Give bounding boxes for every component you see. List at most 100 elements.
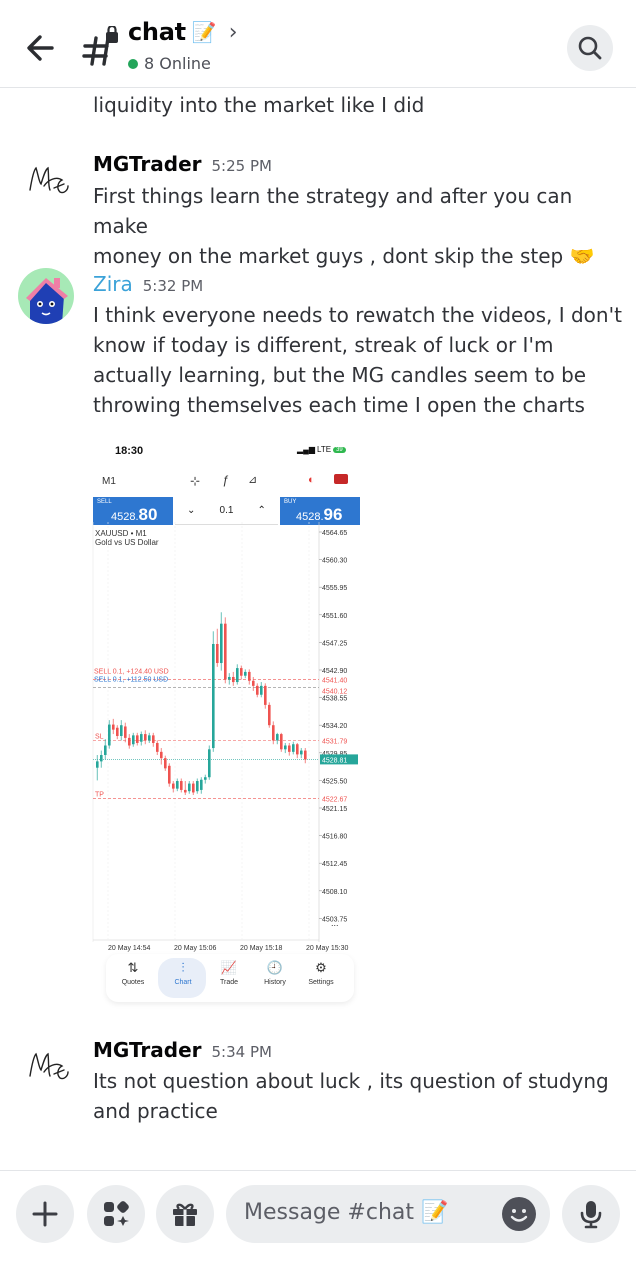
price-label: 4564.65 bbox=[322, 530, 347, 537]
nav-history[interactable]: 🕘 History bbox=[252, 960, 298, 996]
trade-panel: SELL 4528.80 ⌄ 0.1 ⌃ BUY 4528.96 bbox=[93, 497, 361, 525]
author-name: Zira bbox=[93, 272, 133, 296]
microphone-icon bbox=[580, 1201, 602, 1229]
candle-body bbox=[244, 671, 247, 676]
candle-body bbox=[296, 744, 299, 755]
price-label: 4512.45 bbox=[322, 861, 347, 868]
candle-body bbox=[264, 685, 267, 705]
app-bottom-nav: ⇅ Quotes ⫶ Chart 📈 Trade 🕘 History ⚙ Settings bbox=[106, 954, 354, 1002]
candle-body bbox=[104, 745, 107, 756]
candle-body bbox=[128, 737, 131, 746]
current-price-label: 4528.81 bbox=[322, 757, 347, 764]
price-label: 4560.30 bbox=[322, 558, 347, 565]
price-chart[interactable]: 4564.65 4560.30 4555.95 4551.60 4547.25 4542.… bbox=[90, 522, 364, 952]
volume-control[interactable]: ⌄ 0.1 ⌃ bbox=[175, 497, 278, 525]
order-price-label: 4541.40 bbox=[322, 678, 347, 685]
candle-body bbox=[256, 685, 259, 695]
back-arrow-icon[interactable] bbox=[22, 28, 62, 68]
chevron-down-icon[interactable]: ⌄ bbox=[187, 505, 195, 516]
nav-trade[interactable]: 📈 Trade bbox=[206, 960, 252, 996]
apps-button[interactable] bbox=[87, 1185, 145, 1243]
candle-body bbox=[168, 765, 171, 784]
candle-body bbox=[136, 735, 139, 743]
message-input[interactable]: Message #chat 📝 bbox=[226, 1185, 550, 1243]
price-label: 4525.50 bbox=[322, 778, 347, 785]
message-text: liquidity into the market like I did bbox=[93, 93, 425, 117]
candle-body bbox=[188, 783, 191, 792]
candle-body bbox=[216, 643, 219, 664]
buy-button[interactable]: BUY 4528.96 bbox=[280, 497, 360, 525]
channel-title[interactable]: chat 📝 › bbox=[128, 18, 238, 46]
nav-settings[interactable]: ⚙ Settings bbox=[298, 960, 344, 996]
history-icon: 🕘 bbox=[266, 960, 284, 975]
signal-icon: ▂▄▆ bbox=[297, 445, 315, 454]
author-name: MGTrader bbox=[93, 152, 202, 176]
order-label: SELL 0.1, +124.40 USD bbox=[94, 669, 169, 676]
message-line: know if today is different, streak of lu… bbox=[93, 333, 554, 357]
candle-body bbox=[96, 761, 99, 768]
message-line: First things learn the strategy and afte… bbox=[93, 184, 573, 238]
candle-body bbox=[140, 734, 143, 742]
nav-quotes[interactable]: ⇅ Quotes bbox=[110, 960, 156, 996]
sell-label: SELL bbox=[97, 499, 112, 505]
order-label: SELL 0.1, +112.50 USD bbox=[94, 677, 168, 684]
message-line: and practice bbox=[93, 1099, 218, 1123]
status-time: 18:30 bbox=[115, 445, 144, 457]
volume-value: 0.1 bbox=[219, 505, 234, 516]
candle-body bbox=[132, 735, 135, 745]
message-placeholder: Message #chat 📝 bbox=[244, 1200, 449, 1225]
emoji-button[interactable] bbox=[502, 1197, 536, 1231]
crosshair-icon: ⊹ bbox=[190, 474, 201, 488]
message-timestamp: 5:25 PM bbox=[211, 157, 272, 175]
candle-body bbox=[120, 725, 123, 736]
gift-button[interactable] bbox=[156, 1185, 214, 1243]
sell-button[interactable]: SELL 4528.80 bbox=[93, 497, 173, 525]
candle-body bbox=[112, 724, 115, 730]
candle-body bbox=[224, 623, 227, 680]
voice-message-button[interactable] bbox=[562, 1185, 620, 1243]
candle-body bbox=[220, 623, 223, 664]
apps-icon bbox=[104, 1201, 129, 1226]
chart-toolbar: M1 ⊹ ƒ ⊿ ◐ bbox=[90, 470, 364, 494]
candle-body bbox=[208, 749, 211, 778]
message-text: First things learn the strategy and afte… bbox=[93, 181, 623, 271]
zira-avatar[interactable] bbox=[18, 268, 74, 324]
trade-icon: 📈 bbox=[220, 960, 238, 975]
message-line: throwing themselves each time I open the… bbox=[93, 393, 585, 417]
channel-header: chat 📝 › 8 Online bbox=[0, 0, 636, 88]
take-profit-price: 4522.67 bbox=[322, 796, 347, 803]
timeframe-label: M1 bbox=[102, 476, 116, 487]
buy-label: BUY bbox=[284, 499, 297, 505]
candle-body bbox=[252, 680, 255, 686]
channel-name: chat bbox=[128, 18, 186, 46]
candle-body bbox=[176, 781, 179, 789]
message-author[interactable]: MGTrader 5:34 PM bbox=[93, 1038, 272, 1062]
battery-level: 39 bbox=[333, 446, 346, 453]
flag-icon bbox=[334, 474, 348, 484]
settings-icon: ⚙ bbox=[315, 960, 327, 975]
add-attachment-button[interactable] bbox=[16, 1185, 74, 1243]
price-label: 4542.90 bbox=[322, 668, 347, 675]
image-attachment[interactable]: 18:30 ▂▄▆ LTE 39 M1 ⊹ ƒ ⊿ ◐ SELL 4528.80… bbox=[90, 432, 364, 1006]
candle-body bbox=[116, 727, 119, 736]
message-author[interactable]: Zira 5:32 PM bbox=[93, 272, 203, 296]
function-icon: ƒ bbox=[222, 473, 229, 487]
mgtrader-avatar[interactable] bbox=[26, 1046, 72, 1086]
chevron-up-icon[interactable]: ⌃ bbox=[258, 505, 266, 516]
candle-body bbox=[284, 745, 287, 750]
message-line: money on the market guys , dont skip the… bbox=[93, 244, 595, 268]
mgtrader-avatar[interactable] bbox=[26, 160, 72, 200]
chevron-right-icon: › bbox=[228, 19, 238, 45]
candle-body bbox=[200, 779, 203, 790]
candle-body bbox=[292, 744, 295, 752]
message-composer: Message #chat 📝 bbox=[0, 1170, 636, 1280]
search-button[interactable] bbox=[567, 25, 613, 71]
price-label: 4547.25 bbox=[322, 640, 347, 647]
candle-body bbox=[184, 789, 187, 793]
price-label: 4538.55 bbox=[322, 696, 347, 703]
message-timestamp: 5:34 PM bbox=[211, 1043, 272, 1061]
quotes-icon: ⇅ bbox=[127, 960, 139, 975]
search-icon bbox=[578, 36, 602, 60]
message-author[interactable]: MGTrader 5:25 PM bbox=[93, 152, 272, 176]
nav-chart[interactable]: ⫶ Chart bbox=[160, 960, 206, 996]
